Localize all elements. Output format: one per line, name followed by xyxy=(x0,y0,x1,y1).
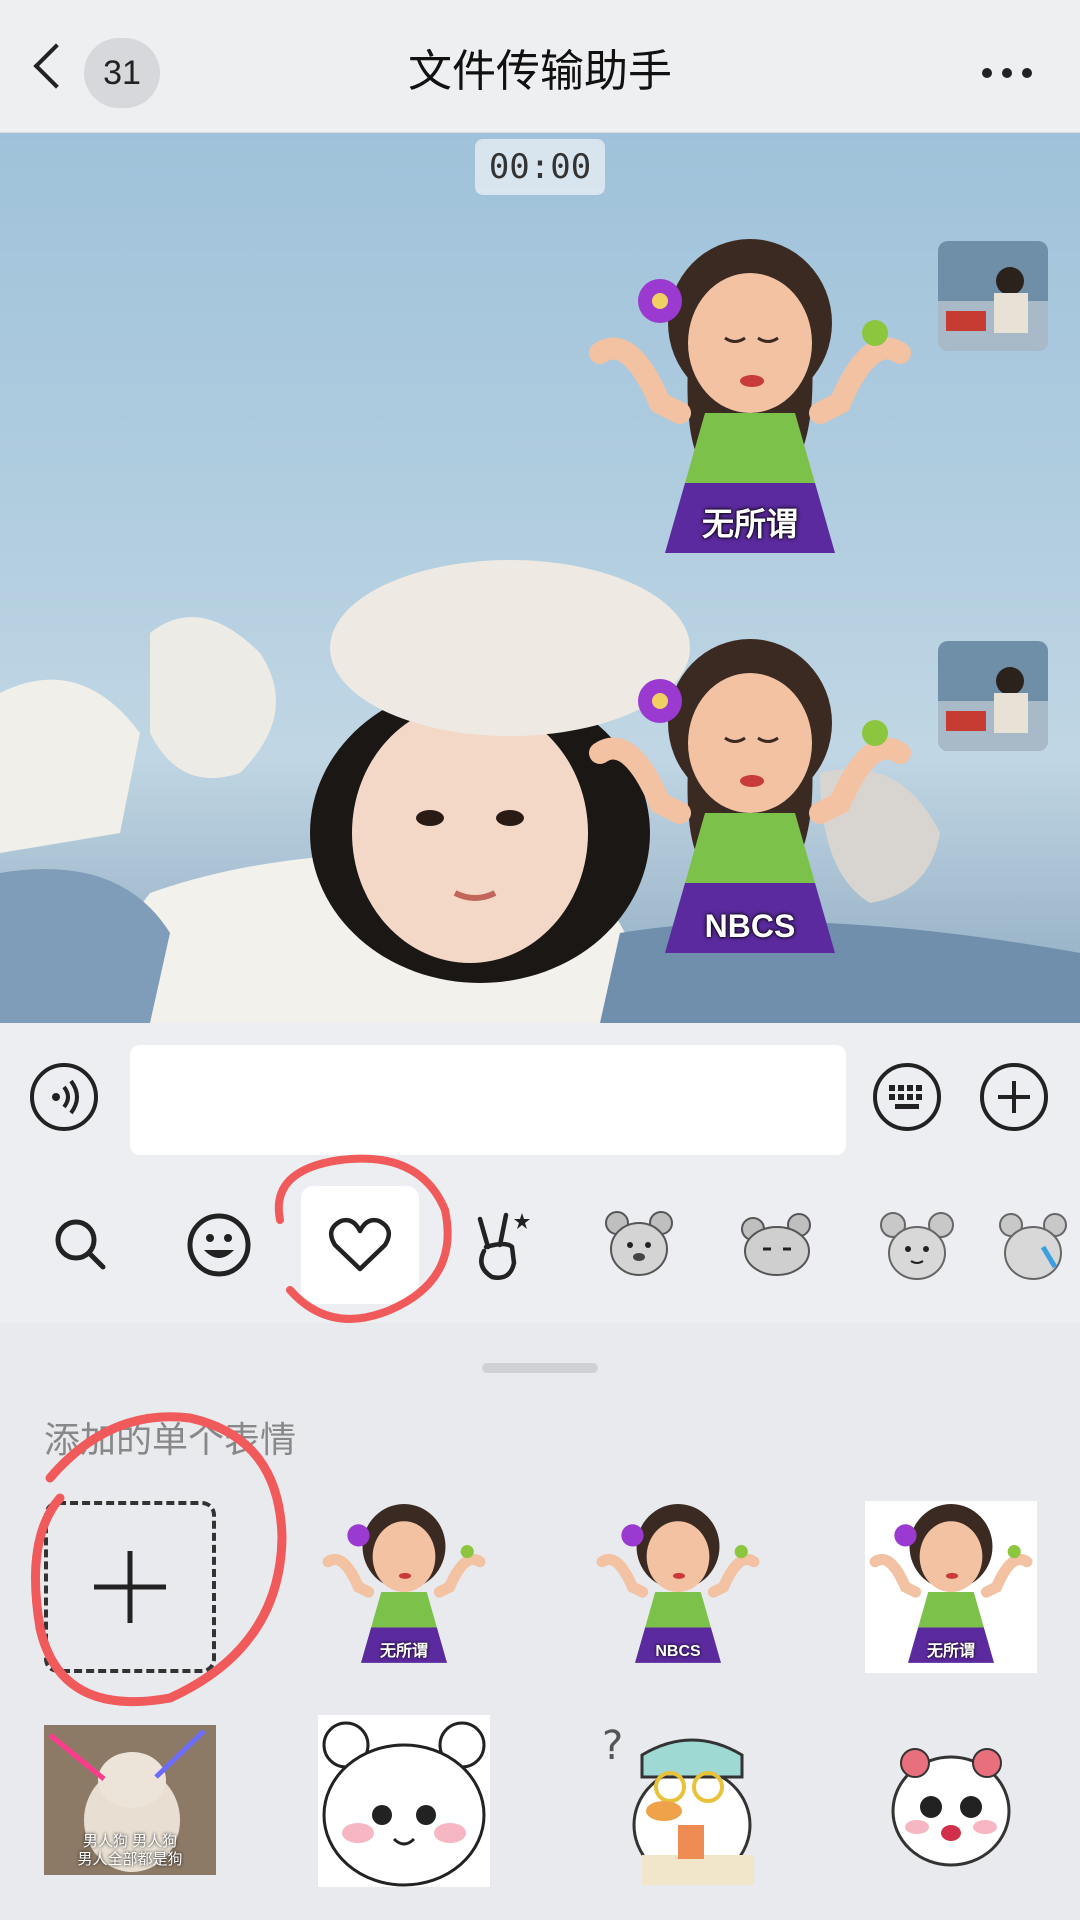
sticker-item[interactable]: 无所谓 xyxy=(318,1501,490,1673)
message-timestamp: 00:00 xyxy=(475,139,605,195)
sticker-caption: NBCS xyxy=(704,908,796,944)
chat-title: 文件传输助手 xyxy=(408,47,672,96)
mouse-sticker-4[interactable] xyxy=(995,1186,1080,1304)
message-input[interactable] xyxy=(130,1045,846,1155)
top-bar: 31 文件传输助手 xyxy=(0,0,1080,133)
svg-text:?: ? xyxy=(602,1723,623,1769)
keyboard-icon[interactable] xyxy=(873,1063,941,1131)
cute-bun-sticker xyxy=(891,1748,1011,1867)
sticker-item[interactable]: 无所谓 xyxy=(865,1501,1037,1673)
sticker-caption: 无所谓 xyxy=(379,1643,428,1660)
sticker-message[interactable]: NBCS xyxy=(580,633,920,973)
bear-face-sticker xyxy=(322,1721,486,1887)
add-sticker-button[interactable] xyxy=(44,1501,216,1673)
sticker-item[interactable] xyxy=(318,1715,490,1887)
sticker-caption: NBCS xyxy=(655,1643,701,1660)
peace-hand-icon[interactable] xyxy=(440,1186,558,1304)
sticker-panel: 添加的单个表情 无所谓 NBCS 无所谓 男人狗 男人狗 男人全部都是狗 ? xyxy=(0,1323,1080,1920)
sticker-caption: 无所谓 xyxy=(701,506,798,542)
sticker-item[interactable]: ? xyxy=(592,1715,764,1887)
plus-icon[interactable] xyxy=(980,1063,1048,1131)
mouse-sticker-1[interactable] xyxy=(580,1186,698,1304)
duck-question-sticker: ? xyxy=(602,1723,754,1885)
avatar[interactable] xyxy=(938,641,1048,751)
emoji-tab-bar xyxy=(0,1158,1080,1323)
section-title: 添加的单个表情 xyxy=(44,1419,297,1460)
sticker-item[interactable]: 男人狗 男人狗 男人全部都是狗 xyxy=(44,1725,216,1875)
chat-area[interactable]: 00:00 无所谓 NBCS xyxy=(0,133,1080,1023)
heart-icon[interactable] xyxy=(301,1186,419,1304)
sticker-message[interactable]: 无所谓 xyxy=(580,233,920,573)
mouse-sticker-3[interactable] xyxy=(858,1186,976,1304)
sticker-item[interactable] xyxy=(865,1715,1037,1887)
mouse-sticker-2[interactable] xyxy=(718,1186,836,1304)
plus-icon xyxy=(94,1551,166,1623)
sticker-item[interactable]: NBCS xyxy=(592,1501,764,1673)
avatar[interactable] xyxy=(938,241,1048,351)
more-dots-icon[interactable] xyxy=(982,68,1032,78)
sticker-caption: 无所谓 xyxy=(926,1643,975,1660)
smiley-icon[interactable] xyxy=(160,1186,278,1304)
voice-icon[interactable] xyxy=(30,1063,98,1131)
input-bar xyxy=(0,1023,1080,1158)
meme-caption: 男人狗 男人狗 男人全部都是狗 xyxy=(77,1833,183,1868)
panel-drag-handle[interactable] xyxy=(482,1363,598,1373)
search-icon[interactable] xyxy=(22,1186,140,1304)
